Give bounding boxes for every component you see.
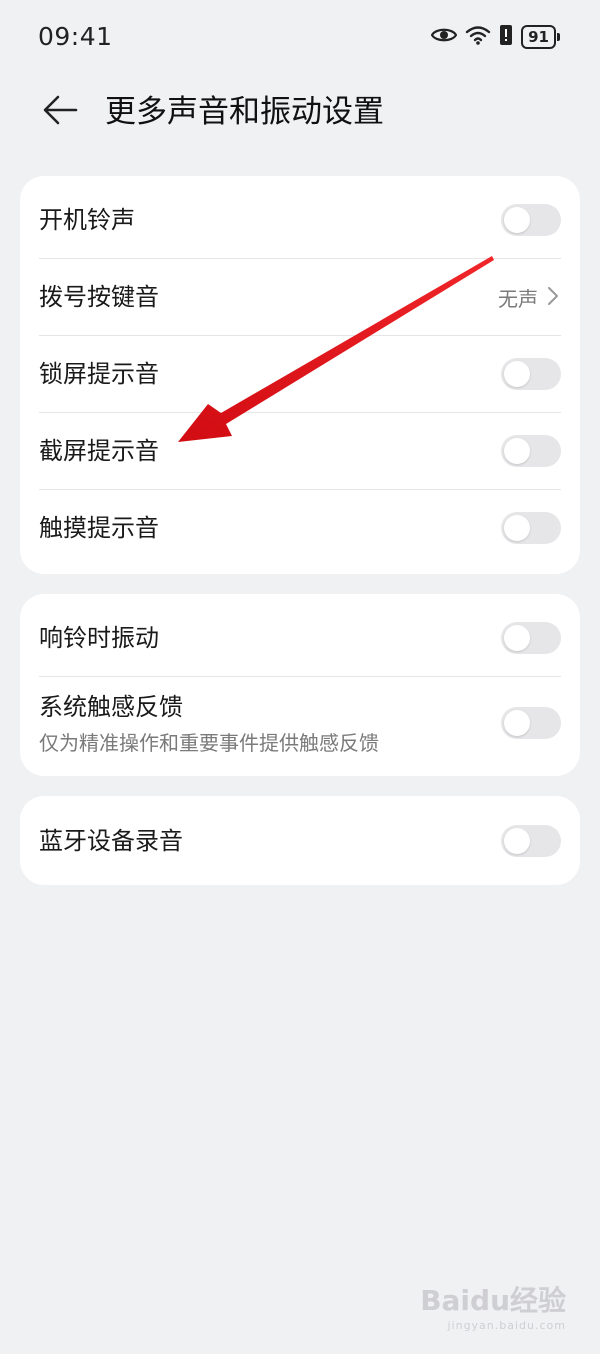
touch-sound-toggle[interactable] [501, 512, 561, 544]
status-icons: 91 [430, 24, 560, 50]
setting-row-dial-keypad-tone[interactable]: 拨号按键音 无声 [20, 259, 580, 336]
watermark-url: jingyan.baidu.com [447, 1319, 566, 1332]
setting-label: 触摸提示音 [39, 514, 159, 542]
chevron-right-icon [548, 286, 558, 309]
setting-label: 蓝牙设备录音 [39, 827, 183, 855]
setting-row-bluetooth-recording[interactable]: 蓝牙设备录音 [20, 796, 580, 885]
lock-screen-sound-toggle[interactable] [501, 358, 561, 390]
wifi-icon [465, 24, 491, 50]
page-title: 更多声音和振动设置 [105, 94, 384, 130]
boot-ringtone-toggle[interactable] [501, 204, 561, 236]
setting-label: 响铃时振动 [39, 624, 159, 652]
setting-label: 开机铃声 [39, 206, 135, 234]
eye-icon [430, 26, 458, 48]
arrow-left-icon [42, 95, 78, 129]
back-button[interactable] [36, 92, 84, 132]
vibrate-when-ringing-toggle[interactable] [501, 622, 561, 654]
settings-group-sounds: 开机铃声 拨号按键音 无声 锁屏提示音 截屏提示音 触摸提示音 [20, 176, 580, 574]
screenshot-sound-toggle[interactable] [501, 435, 561, 467]
alert-icon [499, 24, 513, 50]
setting-row-vibrate-when-ringing[interactable]: 响铃时振动 [20, 594, 580, 677]
status-bar: 09:41 91 [0, 0, 600, 76]
settings-group-vibration: 响铃时振动 系统触感反馈 仅为精准操作和重要事件提供触感反馈 [20, 594, 580, 776]
page-header: 更多声音和振动设置 [0, 76, 600, 156]
setting-label: 系统触感反馈 [39, 693, 183, 721]
setting-description: 仅为精准操作和重要事件提供触感反馈 [39, 731, 379, 755]
setting-row-touch-sound[interactable]: 触摸提示音 [20, 490, 580, 574]
system-haptics-toggle[interactable] [501, 707, 561, 739]
bluetooth-recording-toggle[interactable] [501, 825, 561, 857]
setting-row-system-haptics[interactable]: 系统触感反馈 仅为精准操作和重要事件提供触感反馈 [20, 677, 580, 776]
dial-keypad-tone-value: 无声 [498, 283, 558, 312]
watermark-logo: Baidu经验 [420, 1284, 566, 1317]
setting-row-boot-ringtone[interactable]: 开机铃声 [20, 176, 580, 259]
setting-label: 截屏提示音 [39, 437, 159, 465]
setting-label: 锁屏提示音 [39, 360, 159, 388]
battery-level: 91 [521, 25, 556, 49]
watermark: Baidu经验 jingyan.baidu.com [420, 1279, 566, 1332]
setting-row-lock-screen-sound[interactable]: 锁屏提示音 [20, 336, 580, 413]
status-time: 09:41 [38, 22, 113, 51]
setting-row-screenshot-sound[interactable]: 截屏提示音 [20, 413, 580, 490]
setting-value: 无声 [498, 287, 538, 311]
settings-group-bluetooth: 蓝牙设备录音 [20, 796, 580, 885]
battery-icon: 91 [521, 25, 560, 49]
setting-label: 拨号按键音 [39, 283, 159, 311]
